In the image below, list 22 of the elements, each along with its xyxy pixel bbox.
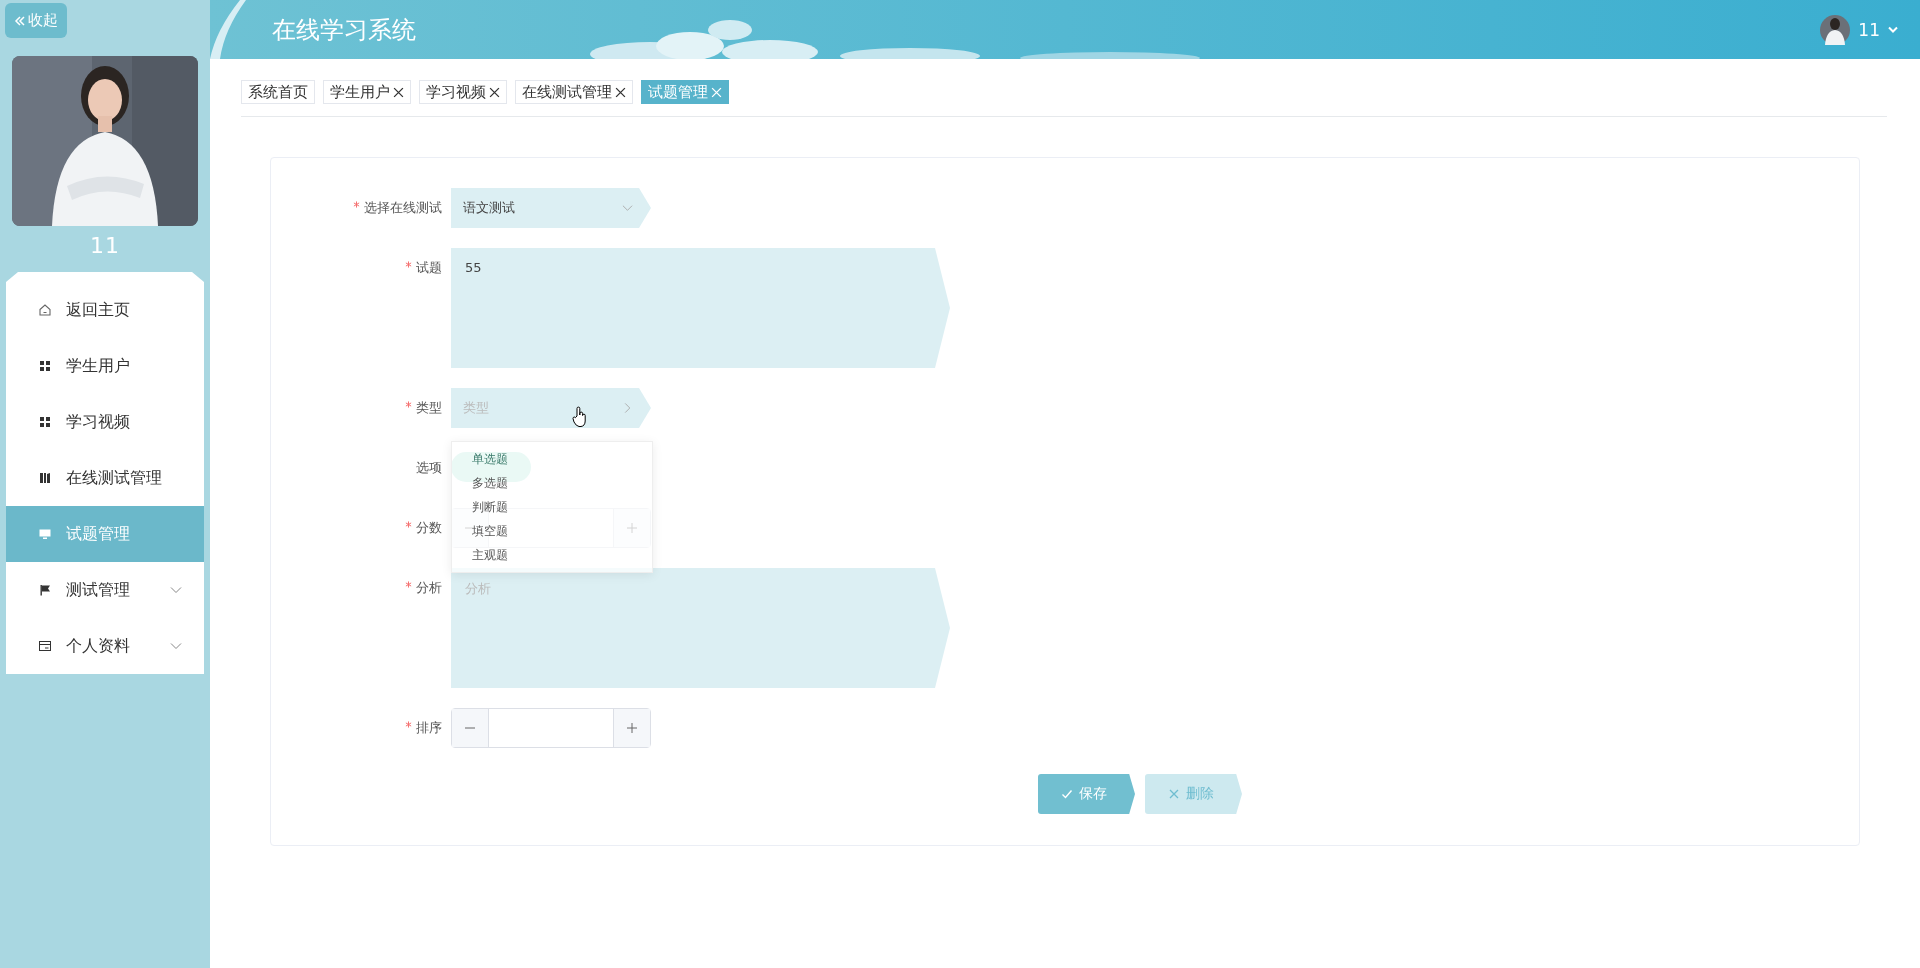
- menu-label: 在线测试管理: [66, 467, 162, 489]
- tab-label: 学习视频: [426, 82, 486, 102]
- field-label: 选项: [416, 459, 442, 477]
- select-value: 语文测试: [463, 199, 515, 217]
- field-label: 选择在线测试: [364, 199, 442, 217]
- user-name: 11: [90, 232, 120, 260]
- menu-label: 学生用户: [66, 355, 130, 377]
- field-label: 分析: [416, 579, 442, 597]
- tab-label: 试题管理: [648, 82, 708, 102]
- field-label: 分数: [416, 519, 442, 537]
- text-value: 55: [465, 260, 482, 275]
- menu-label: 试题管理: [66, 523, 130, 545]
- menu-label: 测试管理: [66, 579, 130, 601]
- tab-label: 在线测试管理: [522, 82, 612, 102]
- tab-label: 系统首页: [248, 82, 308, 102]
- field-label: 排序: [416, 719, 442, 737]
- menu-label: 学习视频: [66, 411, 130, 433]
- field-label: 试题: [416, 259, 442, 277]
- tab-label: 学生用户: [330, 82, 390, 102]
- menu-label: 个人资料: [66, 635, 130, 657]
- field-label: 类型: [416, 399, 442, 417]
- menu-label: 返回主页: [66, 299, 130, 321]
